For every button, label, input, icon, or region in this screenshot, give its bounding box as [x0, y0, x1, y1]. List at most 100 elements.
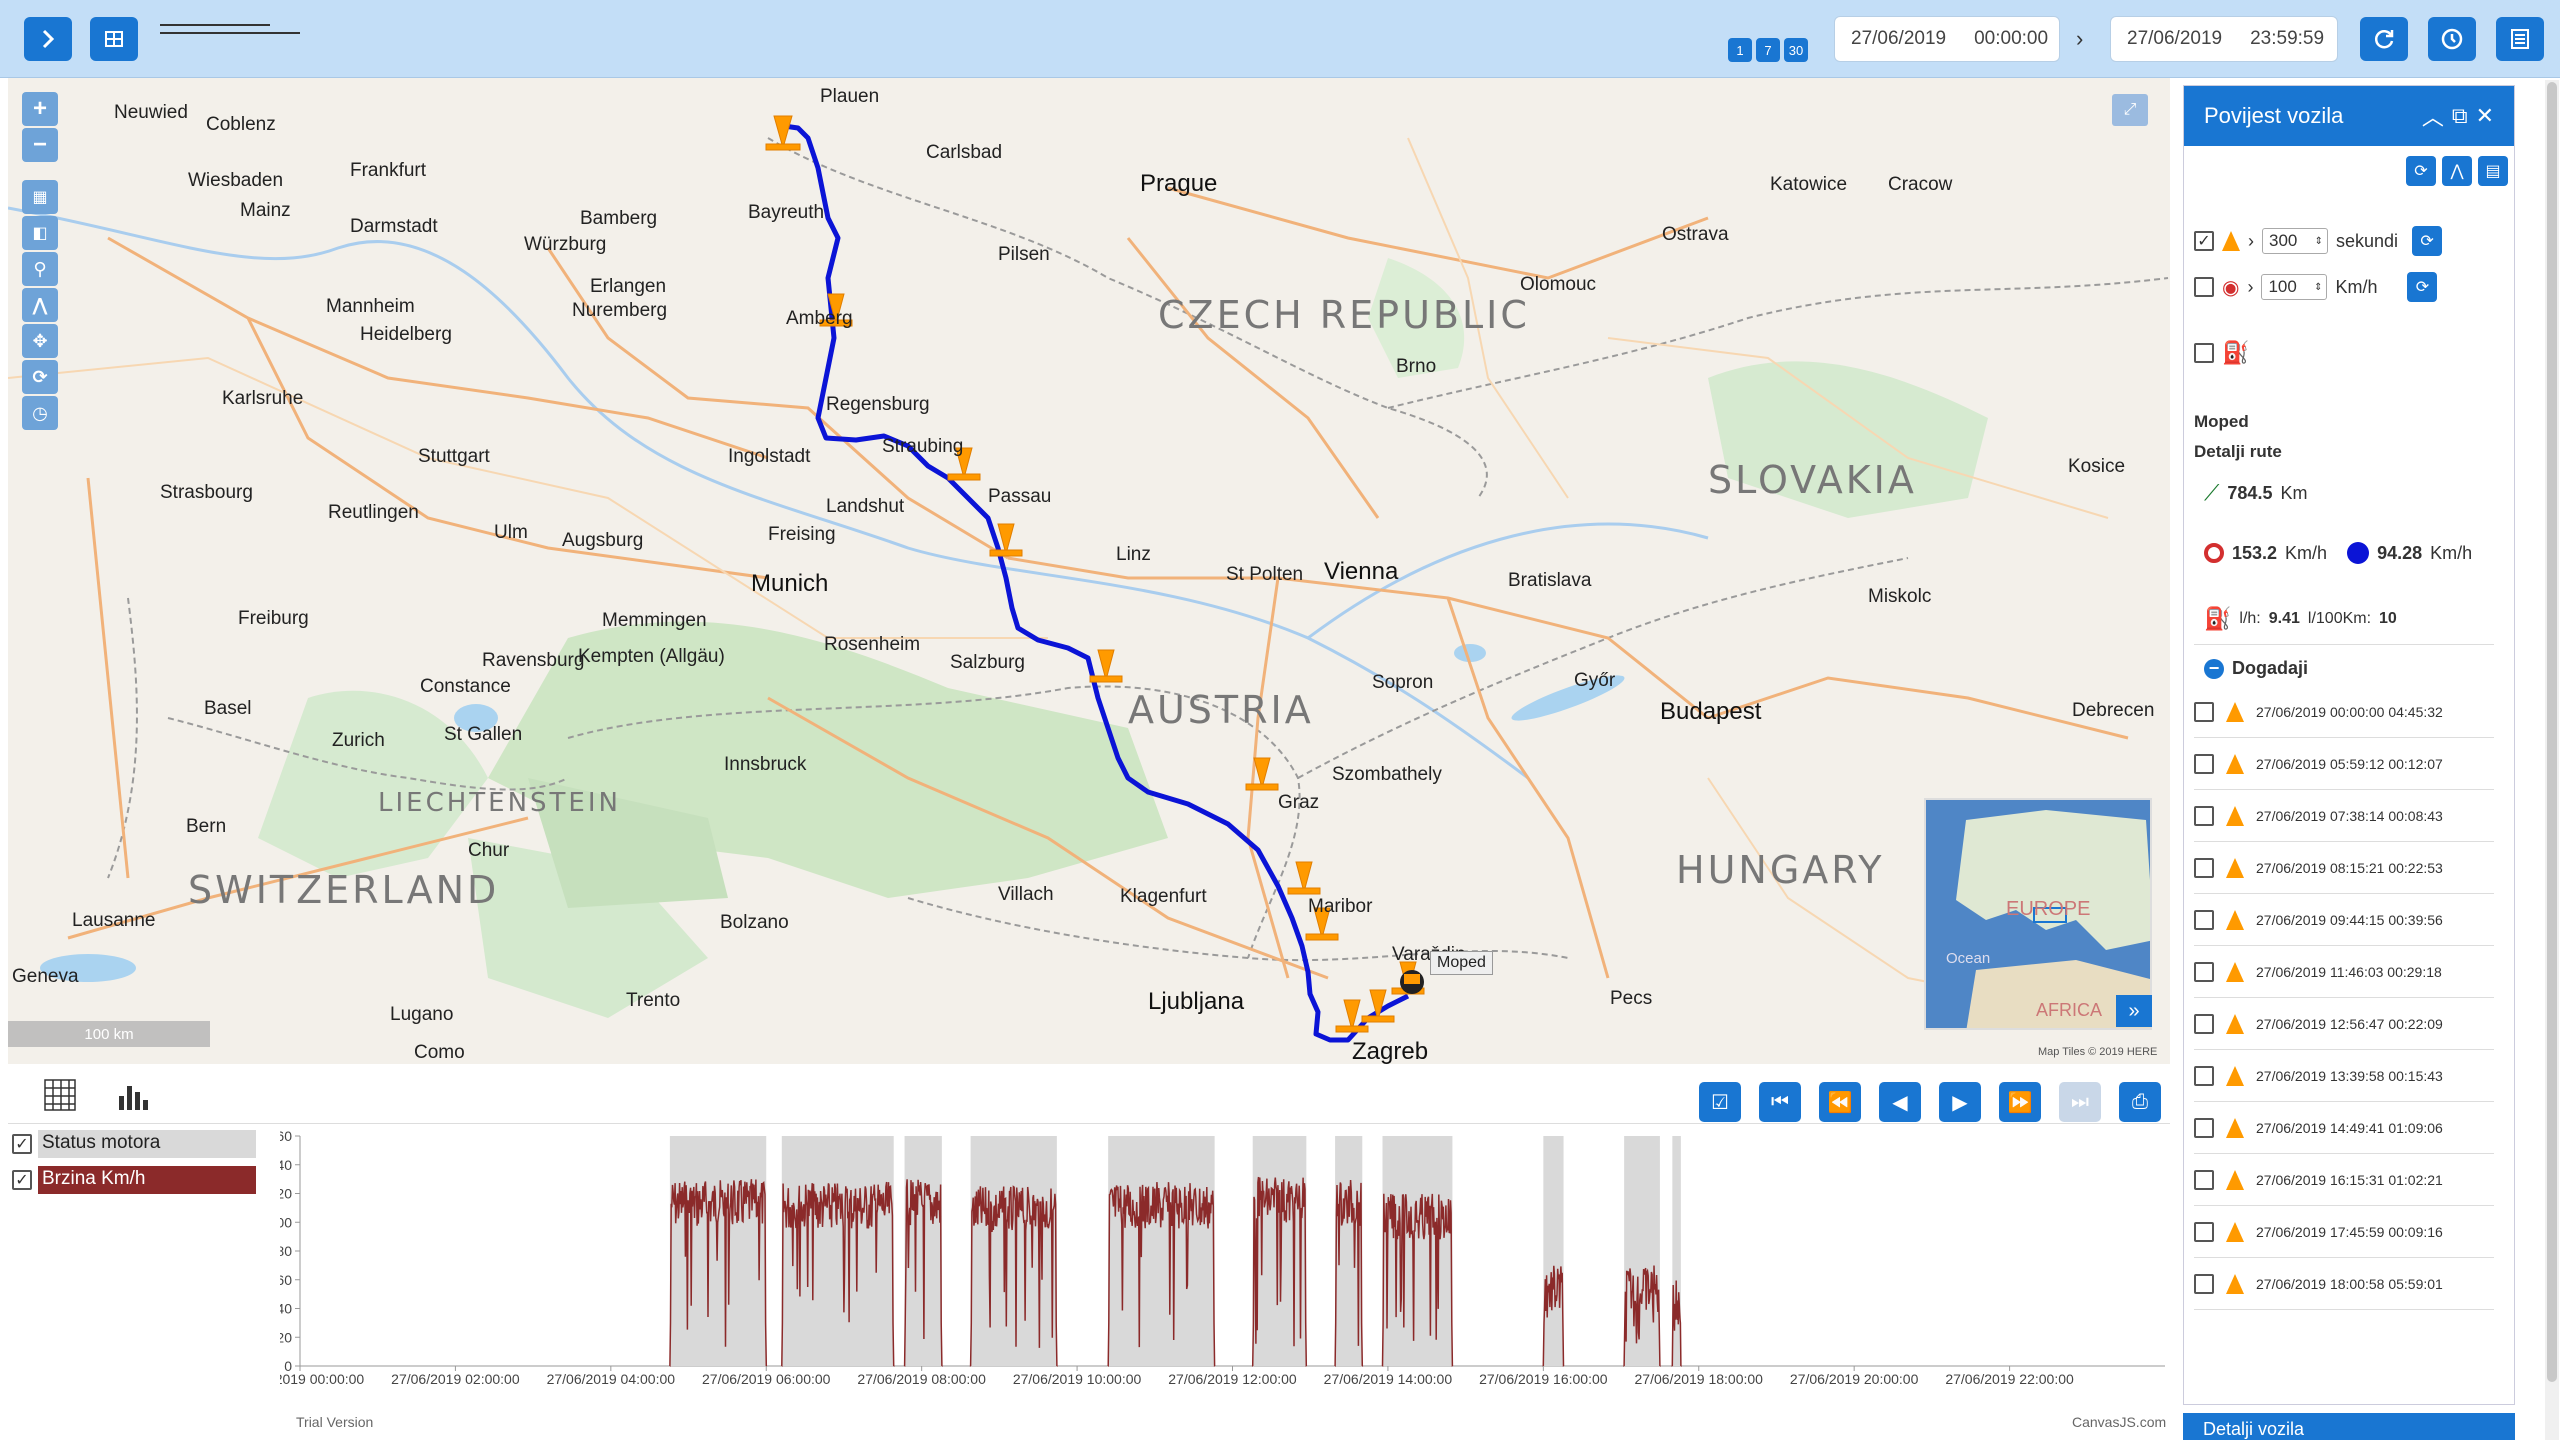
- vehicle-marker[interactable]: [1400, 970, 1424, 994]
- speed-limit-input[interactable]: 100 ⇕: [2261, 274, 2328, 300]
- legend-engine-status[interactable]: ✓ Status motora: [12, 1130, 256, 1158]
- layout-button[interactable]: [90, 17, 138, 61]
- event-row[interactable]: 27/06/2019 16:15:31 01:02:21: [2194, 1154, 2494, 1206]
- date-from: 27/06/2019: [1851, 28, 1947, 49]
- map-view[interactable]: CZECH REPUBLIC SLOVAKIA AUSTRIA HUNGARY …: [8, 78, 2170, 1064]
- city-label: Graz: [1278, 792, 1320, 813]
- event-row[interactable]: 27/06/2019 08:15:21 00:22:53: [2194, 842, 2494, 894]
- speed-chart[interactable]: 02040608010012014016027/06/2019 00:00:00…: [280, 1128, 2170, 1436]
- event-checkbox[interactable]: [2194, 753, 2214, 774]
- stop-marker[interactable]: [1361, 989, 1395, 1023]
- event-row[interactable]: 27/06/2019 18:00:58 05:59:01: [2194, 1258, 2494, 1310]
- apply-stop-filter-button[interactable]: ⟳: [2412, 226, 2443, 256]
- collapse-icon[interactable]: ︿: [2422, 100, 2444, 132]
- event-text: 27/06/2019 09:44:15 00:39:56: [2256, 911, 2443, 928]
- stop-marker[interactable]: [1245, 757, 1279, 791]
- zoom-in-button[interactable]: +: [22, 92, 58, 126]
- date-from-input[interactable]: 27/06/2019 00:00:00: [1834, 16, 2060, 62]
- stop-marker[interactable]: [1287, 861, 1321, 895]
- route-button[interactable]: ⋀: [22, 288, 58, 322]
- fast-forward-button[interactable]: ⏩: [1999, 1082, 2041, 1122]
- scrollbar-thumb[interactable]: [2547, 82, 2557, 1382]
- event-checkbox[interactable]: [2194, 961, 2214, 982]
- date-to-input[interactable]: 27/06/2019 23:59:59: [2110, 16, 2338, 62]
- event-row[interactable]: 27/06/2019 11:46:03 00:29:18: [2194, 946, 2494, 998]
- panel-document-button[interactable]: ▤: [2478, 156, 2508, 186]
- stop-marker[interactable]: [1089, 649, 1123, 683]
- rewind-button[interactable]: ⏪: [1819, 1082, 1861, 1122]
- event-checkbox[interactable]: [2194, 1273, 2214, 1294]
- event-checkbox[interactable]: [2194, 1221, 2214, 1242]
- map-refresh-button[interactable]: ⟳: [22, 360, 58, 394]
- map-layer-button[interactable]: ▦: [22, 180, 58, 214]
- skip-to-end-button[interactable]: ⏭: [2059, 1082, 2101, 1122]
- legend-engine-checkbox[interactable]: ✓: [12, 1134, 32, 1154]
- event-checkbox[interactable]: [2194, 805, 2214, 826]
- event-row[interactable]: 27/06/2019 07:38:14 00:08:43: [2194, 790, 2494, 842]
- panel-route-button[interactable]: ⋀: [2442, 156, 2472, 186]
- city-label: Prague: [1140, 170, 1218, 197]
- search-map-button[interactable]: ⚲: [22, 252, 58, 286]
- event-checkbox[interactable]: [2194, 1169, 2214, 1190]
- event-row[interactable]: 27/06/2019 09:44:15 00:39:56: [2194, 894, 2494, 946]
- print-button[interactable]: ⎙: [2119, 1082, 2161, 1122]
- fullscreen-button[interactable]: ⤢: [2112, 94, 2148, 126]
- center-button[interactable]: ✥: [22, 324, 58, 358]
- event-checkbox[interactable]: [2194, 1065, 2214, 1086]
- step-back-button[interactable]: ◀: [1879, 1082, 1921, 1122]
- map-history-button[interactable]: ◷: [22, 396, 58, 430]
- speed-filter-checkbox[interactable]: [2194, 277, 2214, 297]
- event-checkbox[interactable]: [2194, 909, 2214, 930]
- city-label: Plauen: [820, 86, 880, 107]
- vehicle-details-header[interactable]: Detalji vozila: [2183, 1413, 2515, 1440]
- event-row[interactable]: 27/06/2019 13:39:58 00:15:43: [2194, 1050, 2494, 1102]
- table-view-tab[interactable]: [38, 1074, 82, 1116]
- event-checkbox[interactable]: [2194, 857, 2214, 878]
- fuel-filter-checkbox[interactable]: [2194, 343, 2214, 363]
- city-label: Ingolstadt: [728, 446, 811, 467]
- event-checkbox[interactable]: [2194, 701, 2214, 722]
- city-label: Zurich: [332, 730, 385, 751]
- event-row[interactable]: 27/06/2019 14:49:41 01:09:06: [2194, 1102, 2494, 1154]
- stop-marker[interactable]: [765, 115, 801, 151]
- close-icon[interactable]: ✕: [2476, 103, 2494, 129]
- city-label: Olomouc: [1520, 274, 1597, 295]
- report-button[interactable]: [2496, 17, 2544, 61]
- stop-duration-input[interactable]: 300 ⇕: [2262, 228, 2328, 254]
- refresh-button[interactable]: [2360, 17, 2408, 61]
- period-7-days[interactable]: 7: [1756, 38, 1780, 62]
- popout-icon[interactable]: ⧉: [2452, 103, 2468, 129]
- apply-speed-filter-button[interactable]: ⟳: [2407, 272, 2438, 302]
- collapse-circle-icon[interactable]: −: [2204, 658, 2224, 679]
- expand-sidebar-button[interactable]: [24, 17, 72, 61]
- vehicle-name: Moped: [2194, 412, 2249, 431]
- play-button[interactable]: ▶: [1939, 1082, 1981, 1122]
- chart-view-tab[interactable]: [110, 1074, 154, 1116]
- legend-speed-checkbox[interactable]: ✓: [12, 1170, 32, 1190]
- select-all-button[interactable]: ☑: [1699, 1082, 1741, 1122]
- event-checkbox[interactable]: [2194, 1117, 2214, 1138]
- event-row[interactable]: 27/06/2019 12:56:47 00:22:09: [2194, 998, 2494, 1050]
- event-row[interactable]: 27/06/2019 05:59:12 00:12:07: [2194, 738, 2494, 790]
- panel-refresh-button[interactable]: ⟳: [2406, 156, 2436, 186]
- legend-speed[interactable]: ✓ Brzina Km/h: [12, 1166, 256, 1194]
- event-row[interactable]: 27/06/2019 00:00:00 04:45:32: [2194, 686, 2494, 738]
- minimap-toggle-button[interactable]: »: [2116, 995, 2152, 1027]
- event-checkbox[interactable]: [2194, 1013, 2214, 1034]
- stepper-icon[interactable]: ⇕: [2314, 282, 2322, 293]
- zoom-out-button[interactable]: −: [22, 128, 58, 162]
- stop-filter-checkbox[interactable]: ✓: [2194, 231, 2214, 251]
- period-30-days[interactable]: 30: [1784, 38, 1808, 62]
- refresh-icon: ⟳: [2420, 233, 2434, 250]
- country-label: CZECH REPUBLIC: [1158, 293, 1530, 337]
- history-button[interactable]: [2428, 17, 2476, 61]
- skip-to-start-button[interactable]: ⏮: [1759, 1082, 1801, 1122]
- satellite-layer-button[interactable]: ◧: [22, 216, 58, 250]
- events-header[interactable]: − Dogadaji: [2204, 658, 2308, 679]
- x-tick-label: 27/06/2019 08:00:00: [857, 1371, 986, 1387]
- stepper-icon[interactable]: ⇕: [2315, 236, 2323, 247]
- stop-marker[interactable]: [989, 523, 1023, 557]
- event-row[interactable]: 27/06/2019 17:45:59 00:09:16: [2194, 1206, 2494, 1258]
- city-label: Cracow: [1888, 174, 1953, 195]
- period-1-day[interactable]: 1: [1728, 38, 1752, 62]
